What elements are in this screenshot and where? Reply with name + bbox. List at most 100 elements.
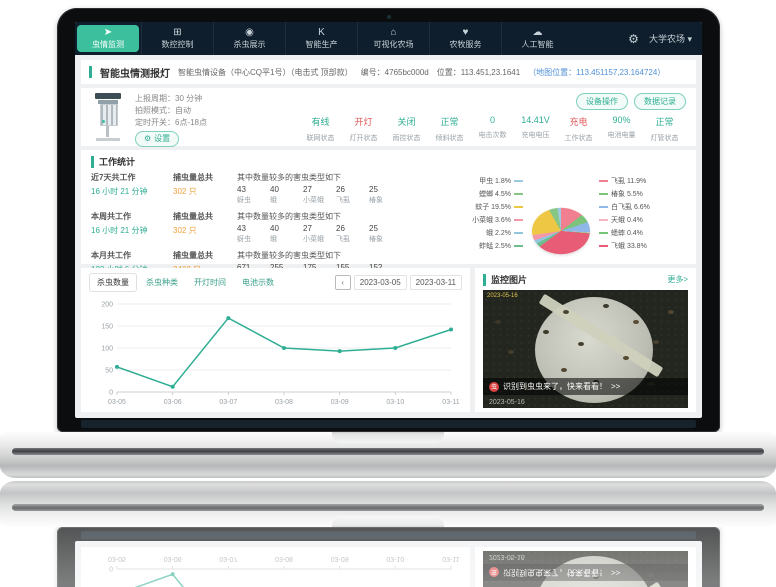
nav-label: 虫情监测 [92,39,124,50]
control-icon: ⊞ [173,28,181,38]
work-stat-row-week: 本周共工作16 小时 21 分钟 捕虫量总共302 只 其中数量较多的害虫类型如… [91,211,436,244]
device-map-position-link[interactable]: （地图位置：113.451157,23.164724） [528,67,665,78]
gear-icon[interactable]: ⚙ [628,32,639,46]
nav-item-smart-production[interactable]: K 智能生产 [285,22,357,55]
settings-button[interactable]: ⚙ 设置 [135,131,179,147]
gear-icon: ⚙ [144,133,151,145]
nav-item-pest-monitor[interactable]: ➤ 虫情监测 [77,25,139,52]
nav-item-ai[interactable]: ☁ 人工智能 [501,22,573,55]
dist-item: 26飞虱 [336,185,369,205]
monitor-image-card: 监控图片 更多> 2023-05-16 虫 识别到虫虫来了，快来看看！ >> [475,268,696,412]
tab-lamp-time[interactable]: 开灯时间 [187,274,233,291]
pie-label: 甲虫 1.8% [479,176,523,186]
status-tilt: 正常倾斜状态 [428,115,471,143]
svg-text:150: 150 [101,324,113,331]
status-rain-control: 关闭雨控状态 [385,115,428,143]
pie-label: 螳螂 4.5% [479,189,523,199]
svg-text:0: 0 [109,565,113,572]
device-info-report-cycle: 上报周期：30 分钟 [135,93,207,105]
dist-item: 25椿象 [369,185,402,205]
kill-count-line-chart: 05010015020003-0503-0603-0703-0803-0903-… [89,294,460,412]
device-status-panel: 上报周期：30 分钟 拍照模式：自动 定时开关：6点-18点 ⚙ 设置 设备操作… [81,88,696,146]
pie-label: 蚱蜢 2.5% [479,241,523,251]
svg-text:03-07: 03-07 [219,555,237,562]
status-zap-count: 0电击次数 [471,115,514,143]
pest-monitor-icon: ➤ [104,28,112,38]
work-stat-row-7days: 近7天共工作16 小时 21 分钟 捕虫量总共302 只 其中数量较多的害虫类型… [91,172,436,205]
work-stats-title: 工作统计 [99,155,135,168]
device-header-bar: 智能虫情测报灯 智能虫情设备（中心CQ平1号）（电击式 顶部款） 编号：4765… [81,60,696,84]
status-work-state: 充电工作状态 [557,115,600,143]
pie-label: 白飞虱 6.6% [599,202,650,212]
kill-count-chart-card: 杀虫数量 杀虫种类 开灯时间 电池示数 ‹ 2023-03-05 2023-03… [81,268,470,412]
top-navbar: ➤ 虫情监测 ⊞ 数控控制 ◉ 杀虫展示 K 智能生产 ⌂ 可视化农场 [75,22,702,55]
tab-battery-readings[interactable]: 电池示数 [235,274,281,291]
status-tube: 正常灯管状态 [643,115,686,143]
nav-item-numeric-control[interactable]: ⊞ 数控控制 [141,22,213,55]
nav-item-visual-farm[interactable]: ⌂ 可视化农场 [357,22,429,55]
laptop-reflection: ➤ 虫情监测 ⊞ 数控控制 ◉ 杀虫展示 K 智能生产 ⌂ 可视化农场 [0,480,776,587]
calendar-icon[interactable]: ‹ [335,275,351,290]
dist-item: 40蛾 [270,185,303,205]
status-lamp-on: 开灯灯开状态 [342,115,385,143]
nav-item-agri-service[interactable]: ♥ 农牧服务 [429,22,501,55]
device-subtitle: 智能虫情设备（中心CQ平1号）（电击式 顶部款） [178,67,353,78]
dist-item: 43蚜虫 [237,224,270,244]
date-from-input[interactable]: 2023-03-05 [354,275,407,290]
nav-item-pest-display[interactable]: ◉ 杀虫展示 [213,22,285,55]
status-charge-voltage: 14.41V充电电压 [514,115,557,143]
data-record-button[interactable]: 数据记录 [634,93,686,110]
account-dropdown[interactable]: 大学农场 ▾ [649,32,692,45]
pie-label: 蛾 2.2% [486,228,523,238]
nav-label: 智能生产 [306,39,338,50]
svg-text:03-06: 03-06 [164,555,182,562]
dist-item: 43蚜虫 [237,185,270,205]
webcam-dot [387,15,391,19]
pest-lamp-illustration [91,93,125,141]
svg-text:0: 0 [109,390,113,397]
insect-trap-photo[interactable]: 2023-05-16 虫 识别到虫虫来了，快来看看！ >> 2023-05-16 [483,290,688,408]
svg-text:100: 100 [101,346,113,353]
dist-item: 26飞虱 [336,224,369,244]
farm-icon: ⌂ [390,28,396,38]
production-icon: K [318,28,325,38]
svg-text:03-10: 03-10 [386,399,404,406]
pie-label: 飞虱 11.9% [599,176,646,186]
section-accent-bar [91,156,94,168]
svg-text:03-08: 03-08 [275,399,293,406]
pie-label: 飞蛾 33.8% [599,241,647,251]
svg-text:03-11: 03-11 [442,555,459,562]
dist-item: 27小菜蛾 [303,224,336,244]
svg-text:03-05: 03-05 [108,399,126,406]
pie-label: 小菜蛾 3.6% [472,215,523,225]
laptop-base [0,432,776,478]
svg-text:03-07: 03-07 [219,399,237,406]
svg-text:03-06: 03-06 [164,399,182,406]
laptop-mockup-scene: ➤ 虫情监测 ⊞ 数控控制 ◉ 杀虫展示 K 智能生产 ⌂ 可视化农场 [0,0,776,587]
caption-more-arrows[interactable]: >> [611,382,620,391]
status-network: 有线联网状态 [299,115,342,143]
chevron-down-icon: ▾ [687,34,692,44]
tab-kill-count[interactable]: 杀虫数量 [89,273,137,292]
svg-text:03-11: 03-11 [442,399,459,406]
settings-button-label: 设置 [154,133,170,145]
device-title: 智能虫情测报灯 [100,65,170,80]
svg-text:03-10: 03-10 [386,555,404,562]
svg-text:03-08: 03-08 [275,555,293,562]
photo-date: 2023-05-16 [489,399,525,406]
work-stats-card: 工作统计 近7天共工作16 小时 21 分钟 捕虫量总共302 只 其中数量较多… [81,150,696,264]
device-info-timer: 定时开关：6点-18点 [135,117,207,129]
laptop-lid-notch [332,432,444,443]
photo-caption: 虫 识别到虫虫来了，快来看看！ >> [483,378,688,395]
tab-kill-types[interactable]: 杀虫种类 [139,274,185,291]
alert-bug-icon: 虫 [489,382,499,392]
pie-label: 蚊子 19.5% [475,202,523,212]
device-operate-button[interactable]: 设备操作 [576,93,628,110]
dashboard-screen: ➤ 虫情监测 ⊞ 数控控制 ◉ 杀虫展示 K 智能生产 ⌂ 可视化农场 [75,22,702,418]
ai-icon: ☁ [533,28,543,38]
pie-label: 天蛾 0.4% [599,215,643,225]
pie-label: 蟋蟀 0.4% [599,228,643,238]
photo-timestamp: 2023-05-16 [487,293,518,299]
section-accent-bar [89,66,92,78]
display-icon: ◉ [245,28,254,38]
